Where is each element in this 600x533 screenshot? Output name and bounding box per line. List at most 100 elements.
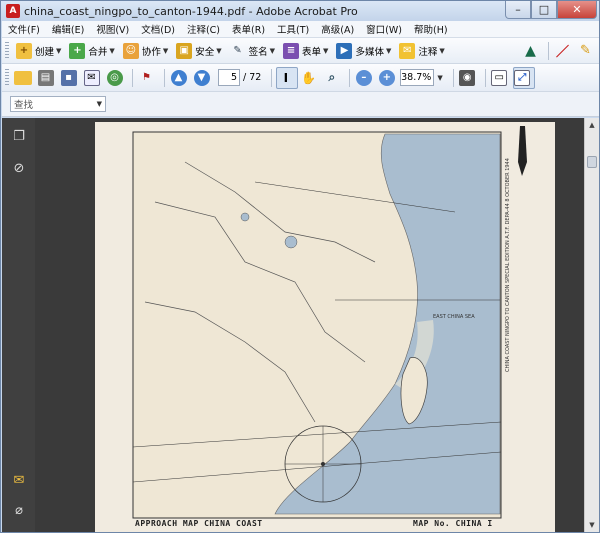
menu-window[interactable]: 窗口(W) (360, 22, 408, 36)
window-title: china_coast_ningpo_to_canton-1944.pdf - … (24, 4, 358, 18)
comment-label: 注释 (418, 46, 438, 58)
fit-page-button[interactable]: ⤢ (512, 66, 535, 89)
zoom-in-button[interactable]: + (377, 67, 399, 89)
line-tool-button[interactable]: ／ (553, 40, 575, 62)
toolbar-separator (164, 68, 165, 87)
snapshot-button[interactable]: ◉ (458, 67, 480, 89)
arrow-down-icon: ▼ (193, 69, 210, 86)
map-sea-label: EAST CHINA SEA (433, 314, 475, 320)
collaborate-button[interactable]: ☺ 协作 ▼ (120, 40, 171, 62)
scroll-down-icon[interactable]: ▼ (585, 518, 599, 532)
minimize-button[interactable]: – (505, 1, 531, 19)
comment-button[interactable]: ✉ 注释 ▼ (396, 40, 447, 62)
open-button[interactable] (13, 67, 35, 89)
zoom-level-input[interactable]: 38.7% (400, 69, 435, 86)
zoom-marquee-icon: ⌕ (328, 70, 336, 84)
menu-tools[interactable]: 工具(T) (271, 22, 315, 36)
comment-icon: ✉ (399, 42, 416, 59)
create-button[interactable]: + 创建 ▼ (13, 40, 64, 62)
menu-document[interactable]: 文档(D) (135, 22, 181, 36)
menu-help[interactable]: 帮助(H) (408, 22, 454, 36)
menu-comments[interactable]: 注释(C) (181, 22, 226, 36)
chevron-down-icon: ▼ (162, 46, 169, 55)
menu-edit[interactable]: 编辑(E) (46, 22, 90, 36)
secure-label: 安全 (195, 46, 215, 58)
create-label: 创建 (35, 46, 55, 58)
page-number-input[interactable]: 5 (218, 69, 240, 86)
vertical-scrollbar[interactable]: ▲ ▼ (584, 118, 599, 532)
pencil-tool-button[interactable]: ✎ (576, 40, 598, 62)
find-input[interactable]: 查找 ▼ (10, 96, 106, 112)
toolbar-separator (132, 68, 133, 87)
print-button[interactable]: ▤ (36, 67, 58, 89)
hand-tool-button[interactable]: ✋ (299, 67, 321, 89)
forms-button[interactable]: ≡ 表单 ▼ (280, 40, 331, 62)
combine-button[interactable]: + 合并 ▼ (66, 40, 117, 62)
sign-button[interactable]: ✎ 签名 ▼ (227, 40, 278, 62)
pen-icon: ✎ (233, 45, 242, 56)
collaborate-icon: ☺ (122, 42, 139, 59)
select-tool-button[interactable]: I (276, 66, 299, 89)
pages-panel-icon[interactable]: ❐ (11, 128, 27, 144)
map-title-right: MAP No. CHINA I (413, 519, 493, 528)
multimedia-label: 多媒体 (355, 46, 384, 58)
scrolling-mode-button[interactable]: ▭ (490, 67, 512, 89)
menu-bar: 文件(F) 编辑(E) 视图(V) 文档(D) 注释(C) 表单(R) 工具(T… (2, 21, 599, 38)
toolbar-separator (548, 41, 549, 60)
multimedia-icon: ▶ (336, 42, 353, 59)
save-icon: ▪ (60, 69, 77, 86)
email-icon: ✉ (83, 69, 100, 86)
pencil-icon: ✎ (580, 43, 591, 58)
save-button[interactable]: ▪ (59, 67, 81, 89)
menu-view[interactable]: 视图(V) (90, 22, 135, 36)
menu-file[interactable]: 文件(F) (2, 22, 46, 36)
read-aloud-button[interactable]: ⚑ (137, 67, 159, 89)
stamp-icon: ⚑ (142, 72, 151, 83)
find-placeholder: 查找 (14, 100, 34, 111)
previous-page-button[interactable]: ▲ (169, 67, 191, 89)
toolbar-separator (349, 68, 351, 87)
forms-icon: ≡ (283, 42, 300, 59)
chevron-down-icon: ▼ (323, 46, 329, 55)
camera-icon: ◉ (459, 69, 476, 86)
navigation-pane: ❐ ⊘ ✉ ⌀ (2, 118, 35, 532)
forms-label: 表单 (302, 46, 322, 58)
collaborate-label: 协作 (141, 46, 161, 58)
toolbar-grip[interactable] (5, 68, 9, 87)
review-tracker-button[interactable]: ▲ (521, 40, 543, 62)
menu-advanced[interactable]: 高级(A) (315, 22, 360, 36)
next-page-button[interactable]: ▼ (192, 67, 214, 89)
attachments-panel-icon[interactable]: ⌀ (11, 502, 27, 518)
hand-icon: ✋ (301, 70, 317, 85)
scrollbar-thumb[interactable] (587, 156, 597, 168)
multimedia-button[interactable]: ▶ 多媒体 ▼ (333, 40, 394, 62)
zoom-out-button[interactable]: – (354, 67, 376, 89)
printer-icon: ▤ (37, 69, 54, 86)
web-button[interactable]: ◎ (105, 67, 127, 89)
toolbar-separator (271, 68, 273, 87)
menu-forms[interactable]: 表单(R) (226, 22, 271, 36)
bookmarks-panel-icon[interactable]: ⊘ (11, 160, 27, 176)
tracker-icon: ▲ (525, 42, 536, 59)
email-button[interactable]: ✉ (82, 67, 104, 89)
combine-icon: + (69, 42, 86, 59)
chevron-down-icon[interactable]: ▼ (97, 100, 102, 108)
comments-panel-icon[interactable]: ✉ (11, 472, 27, 488)
document-area[interactable]: EAST CHINA SEA APPROACH MAP CHINA COAST … (35, 118, 584, 532)
line-icon: ／ (555, 45, 569, 60)
secure-button[interactable]: ▣ 安全 ▼ (173, 40, 224, 62)
arrow-up-icon: ▲ (170, 69, 187, 86)
toolbar-separator (484, 68, 486, 87)
chevron-down-icon: ▼ (385, 46, 392, 55)
file-nav-toolbar: ▤ ▪ ✉ ◎ ⚑ ▲ ▼ 5 / 72 I ✋ ⌕ – + 38.7% ▼ ◉… (2, 64, 599, 92)
close-button[interactable]: ✕ (557, 1, 597, 19)
task-toolbar: + 创建 ▼ + 合并 ▼ ☺ 协作 ▼ ▣ 安全 ▼ ✎ 签名 ▼ ≡ 表单 ▼ ▶ 多媒… (2, 38, 599, 64)
marquee-zoom-button[interactable]: ⌕ (322, 67, 344, 89)
chevron-down-icon: ▼ (439, 46, 445, 55)
scroll-up-icon[interactable]: ▲ (585, 118, 599, 132)
maximize-button[interactable]: □ (531, 1, 557, 19)
zoom-dropdown-icon[interactable]: ▼ (437, 74, 442, 82)
map-image: EAST CHINA SEA APPROACH MAP CHINA COAST … (95, 122, 555, 532)
toolbar-grip[interactable] (5, 41, 9, 60)
chevron-down-icon: ▼ (269, 46, 276, 55)
